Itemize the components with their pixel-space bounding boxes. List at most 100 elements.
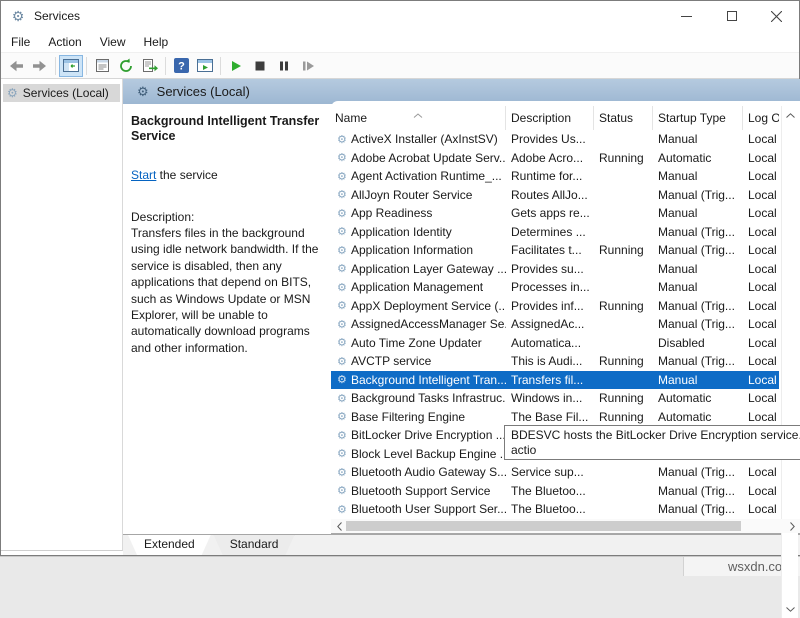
cell-description: AssignedAc... bbox=[506, 317, 594, 331]
column-header-status[interactable]: Status bbox=[594, 106, 653, 130]
service-rows: ⚙ ActiveX Installer (AxInstSV) Provides … bbox=[331, 130, 779, 519]
column-header-description[interactable]: Description bbox=[506, 106, 594, 130]
scroll-left-icon[interactable] bbox=[332, 519, 346, 533]
cell-name: Bluetooth Support Service bbox=[351, 484, 506, 498]
show-window-icon[interactable] bbox=[193, 55, 217, 77]
cell-status: Running bbox=[594, 410, 653, 424]
menu-bar: File Action View Help bbox=[1, 31, 799, 53]
cell-name: Block Level Backup Engine ... bbox=[351, 447, 506, 461]
table-row[interactable]: ⚙ Application Layer Gateway ... Provides… bbox=[331, 260, 779, 279]
table-row[interactable]: ⚙ AssignedAccessManager Se... AssignedAc… bbox=[331, 315, 779, 334]
cell-startup-type: Manual (Trig... bbox=[653, 465, 743, 479]
cell-name: BitLocker Drive Encryption ... bbox=[351, 428, 506, 442]
stop-service-icon[interactable] bbox=[248, 55, 272, 77]
menu-help[interactable]: Help bbox=[135, 32, 178, 52]
window-title: Services bbox=[34, 9, 80, 23]
menu-view[interactable]: View bbox=[91, 32, 135, 52]
table-row[interactable]: ⚙ Background Tasks Infrastruc... Windows… bbox=[331, 389, 779, 408]
cell-log-on: Local Sy bbox=[743, 502, 779, 516]
scroll-right-icon[interactable] bbox=[785, 519, 799, 533]
service-gear-icon: ⚙ bbox=[331, 225, 351, 238]
toolbar-separator bbox=[55, 57, 56, 75]
cell-description: Runtime for... bbox=[506, 169, 594, 183]
maximize-button[interactable] bbox=[709, 1, 754, 31]
cell-description: Service sup... bbox=[506, 465, 594, 479]
restart-service-icon[interactable] bbox=[296, 55, 320, 77]
horizontal-scrollbar[interactable] bbox=[331, 519, 800, 533]
cell-description: Provides Us... bbox=[506, 132, 594, 146]
table-row[interactable]: ⚙ Bluetooth Support Service The Bluetoo.… bbox=[331, 482, 779, 501]
table-row[interactable]: ⚙ Bluetooth User Support Ser... The Blue… bbox=[331, 500, 779, 519]
sort-ascending-icon bbox=[413, 107, 423, 121]
help-icon[interactable]: ? bbox=[169, 55, 193, 77]
menu-file[interactable]: File bbox=[1, 32, 39, 52]
vertical-scrollbar[interactable] bbox=[781, 106, 798, 618]
cell-description: The Bluetoo... bbox=[506, 502, 594, 516]
table-row[interactable]: ⚙ AVCTP service This is Audi... Running … bbox=[331, 352, 779, 371]
cell-startup-type: Manual bbox=[653, 169, 743, 183]
start-service-icon[interactable] bbox=[224, 55, 248, 77]
cell-log-on: Local Sy bbox=[743, 206, 779, 220]
cell-startup-type: Manual (Trig... bbox=[653, 317, 743, 331]
tab-standard[interactable]: Standard bbox=[214, 535, 295, 555]
extended-description-pane: Background Intelligent Transfer Service … bbox=[123, 104, 331, 534]
tab-extended[interactable]: Extended bbox=[128, 535, 211, 555]
properties-icon[interactable] bbox=[90, 55, 114, 77]
column-header-name[interactable]: Name bbox=[331, 106, 506, 130]
table-row[interactable]: ⚙ ActiveX Installer (AxInstSV) Provides … bbox=[331, 130, 779, 149]
service-gear-icon: ⚙ bbox=[331, 484, 351, 497]
cell-startup-type: Manual (Trig... bbox=[653, 484, 743, 498]
table-row[interactable]: ⚙ Auto Time Zone Updater Automatica... D… bbox=[331, 334, 779, 353]
cell-startup-type: Manual (Trig... bbox=[653, 354, 743, 368]
cell-log-on: Local Sy bbox=[743, 169, 779, 183]
forward-icon[interactable] bbox=[28, 55, 52, 77]
table-row[interactable]: ⚙ AppX Deployment Service (... Provides … bbox=[331, 297, 779, 316]
cell-name: Application Management bbox=[351, 280, 506, 294]
cell-description: Facilitates t... bbox=[506, 243, 594, 257]
table-row[interactable]: ⚙ Application Identity Determines ... Ma… bbox=[331, 223, 779, 242]
cell-log-on: Local Se bbox=[743, 410, 779, 424]
table-row[interactable]: ⚙ Application Management Processes in...… bbox=[331, 278, 779, 297]
service-gear-icon: ⚙ bbox=[331, 447, 351, 460]
minimize-button[interactable] bbox=[664, 1, 709, 31]
cell-description: Provides inf... bbox=[506, 299, 594, 313]
horizontal-scrollbar-thumb[interactable] bbox=[346, 521, 741, 531]
cell-log-on: Local Sy bbox=[743, 132, 779, 146]
status-strip: wsxdn.com bbox=[0, 556, 800, 575]
service-action-line: Start the service bbox=[131, 168, 331, 182]
service-gear-icon: ⚙ bbox=[331, 133, 351, 146]
start-service-link[interactable]: Start bbox=[131, 168, 156, 182]
menu-action[interactable]: Action bbox=[39, 32, 90, 52]
scroll-up-icon[interactable] bbox=[782, 108, 798, 122]
service-gear-icon: ⚙ bbox=[331, 373, 351, 386]
scroll-down-icon[interactable] bbox=[782, 602, 798, 616]
close-button[interactable] bbox=[754, 1, 799, 31]
service-gear-icon: ⚙ bbox=[331, 318, 351, 331]
column-header-startup-type[interactable]: Startup Type bbox=[653, 106, 743, 130]
table-row[interactable]: ⚙ Bluetooth Audio Gateway S... Service s… bbox=[331, 463, 779, 482]
cell-startup-type: Automatic bbox=[653, 410, 743, 424]
cell-name: App Readiness bbox=[351, 206, 506, 220]
table-row[interactable]: ⚙ Base Filtering Engine The Base Fil... … bbox=[331, 408, 779, 427]
table-row[interactable]: ⚙ Agent Activation Runtime_... Runtime f… bbox=[331, 167, 779, 186]
refresh-icon[interactable] bbox=[114, 55, 138, 77]
export-list-icon[interactable] bbox=[138, 55, 162, 77]
table-row[interactable]: ⚙ Adobe Acrobat Update Serv... Adobe Acr… bbox=[331, 149, 779, 168]
table-row[interactable]: ⚙ App Readiness Gets apps re... Manual L… bbox=[331, 204, 779, 223]
console-tree: ⚙ Services (Local) bbox=[1, 79, 123, 551]
table-row[interactable]: ⚙ Background Intelligent Tran... Transfe… bbox=[331, 371, 779, 390]
table-row[interactable]: ⚙ AllJoyn Router Service Routes AllJo...… bbox=[331, 186, 779, 205]
cell-startup-type: Manual (Trig... bbox=[653, 502, 743, 516]
column-header-log-on[interactable]: Log On bbox=[743, 106, 779, 130]
service-gear-icon: ⚙ bbox=[331, 392, 351, 405]
back-icon[interactable] bbox=[4, 55, 28, 77]
service-gear-icon: ⚙ bbox=[331, 207, 351, 220]
table-row[interactable]: ⚙ Application Information Facilitates t.… bbox=[331, 241, 779, 260]
tree-item-services-local[interactable]: ⚙ Services (Local) bbox=[3, 84, 120, 102]
service-gear-icon: ⚙ bbox=[331, 281, 351, 294]
service-gear-icon: ⚙ bbox=[331, 355, 351, 368]
gear-icon: ⚙ bbox=[7, 86, 18, 100]
show-console-tree-icon[interactable] bbox=[59, 55, 83, 77]
pause-service-icon[interactable] bbox=[272, 55, 296, 77]
cell-log-on: Local Sy bbox=[743, 299, 779, 313]
